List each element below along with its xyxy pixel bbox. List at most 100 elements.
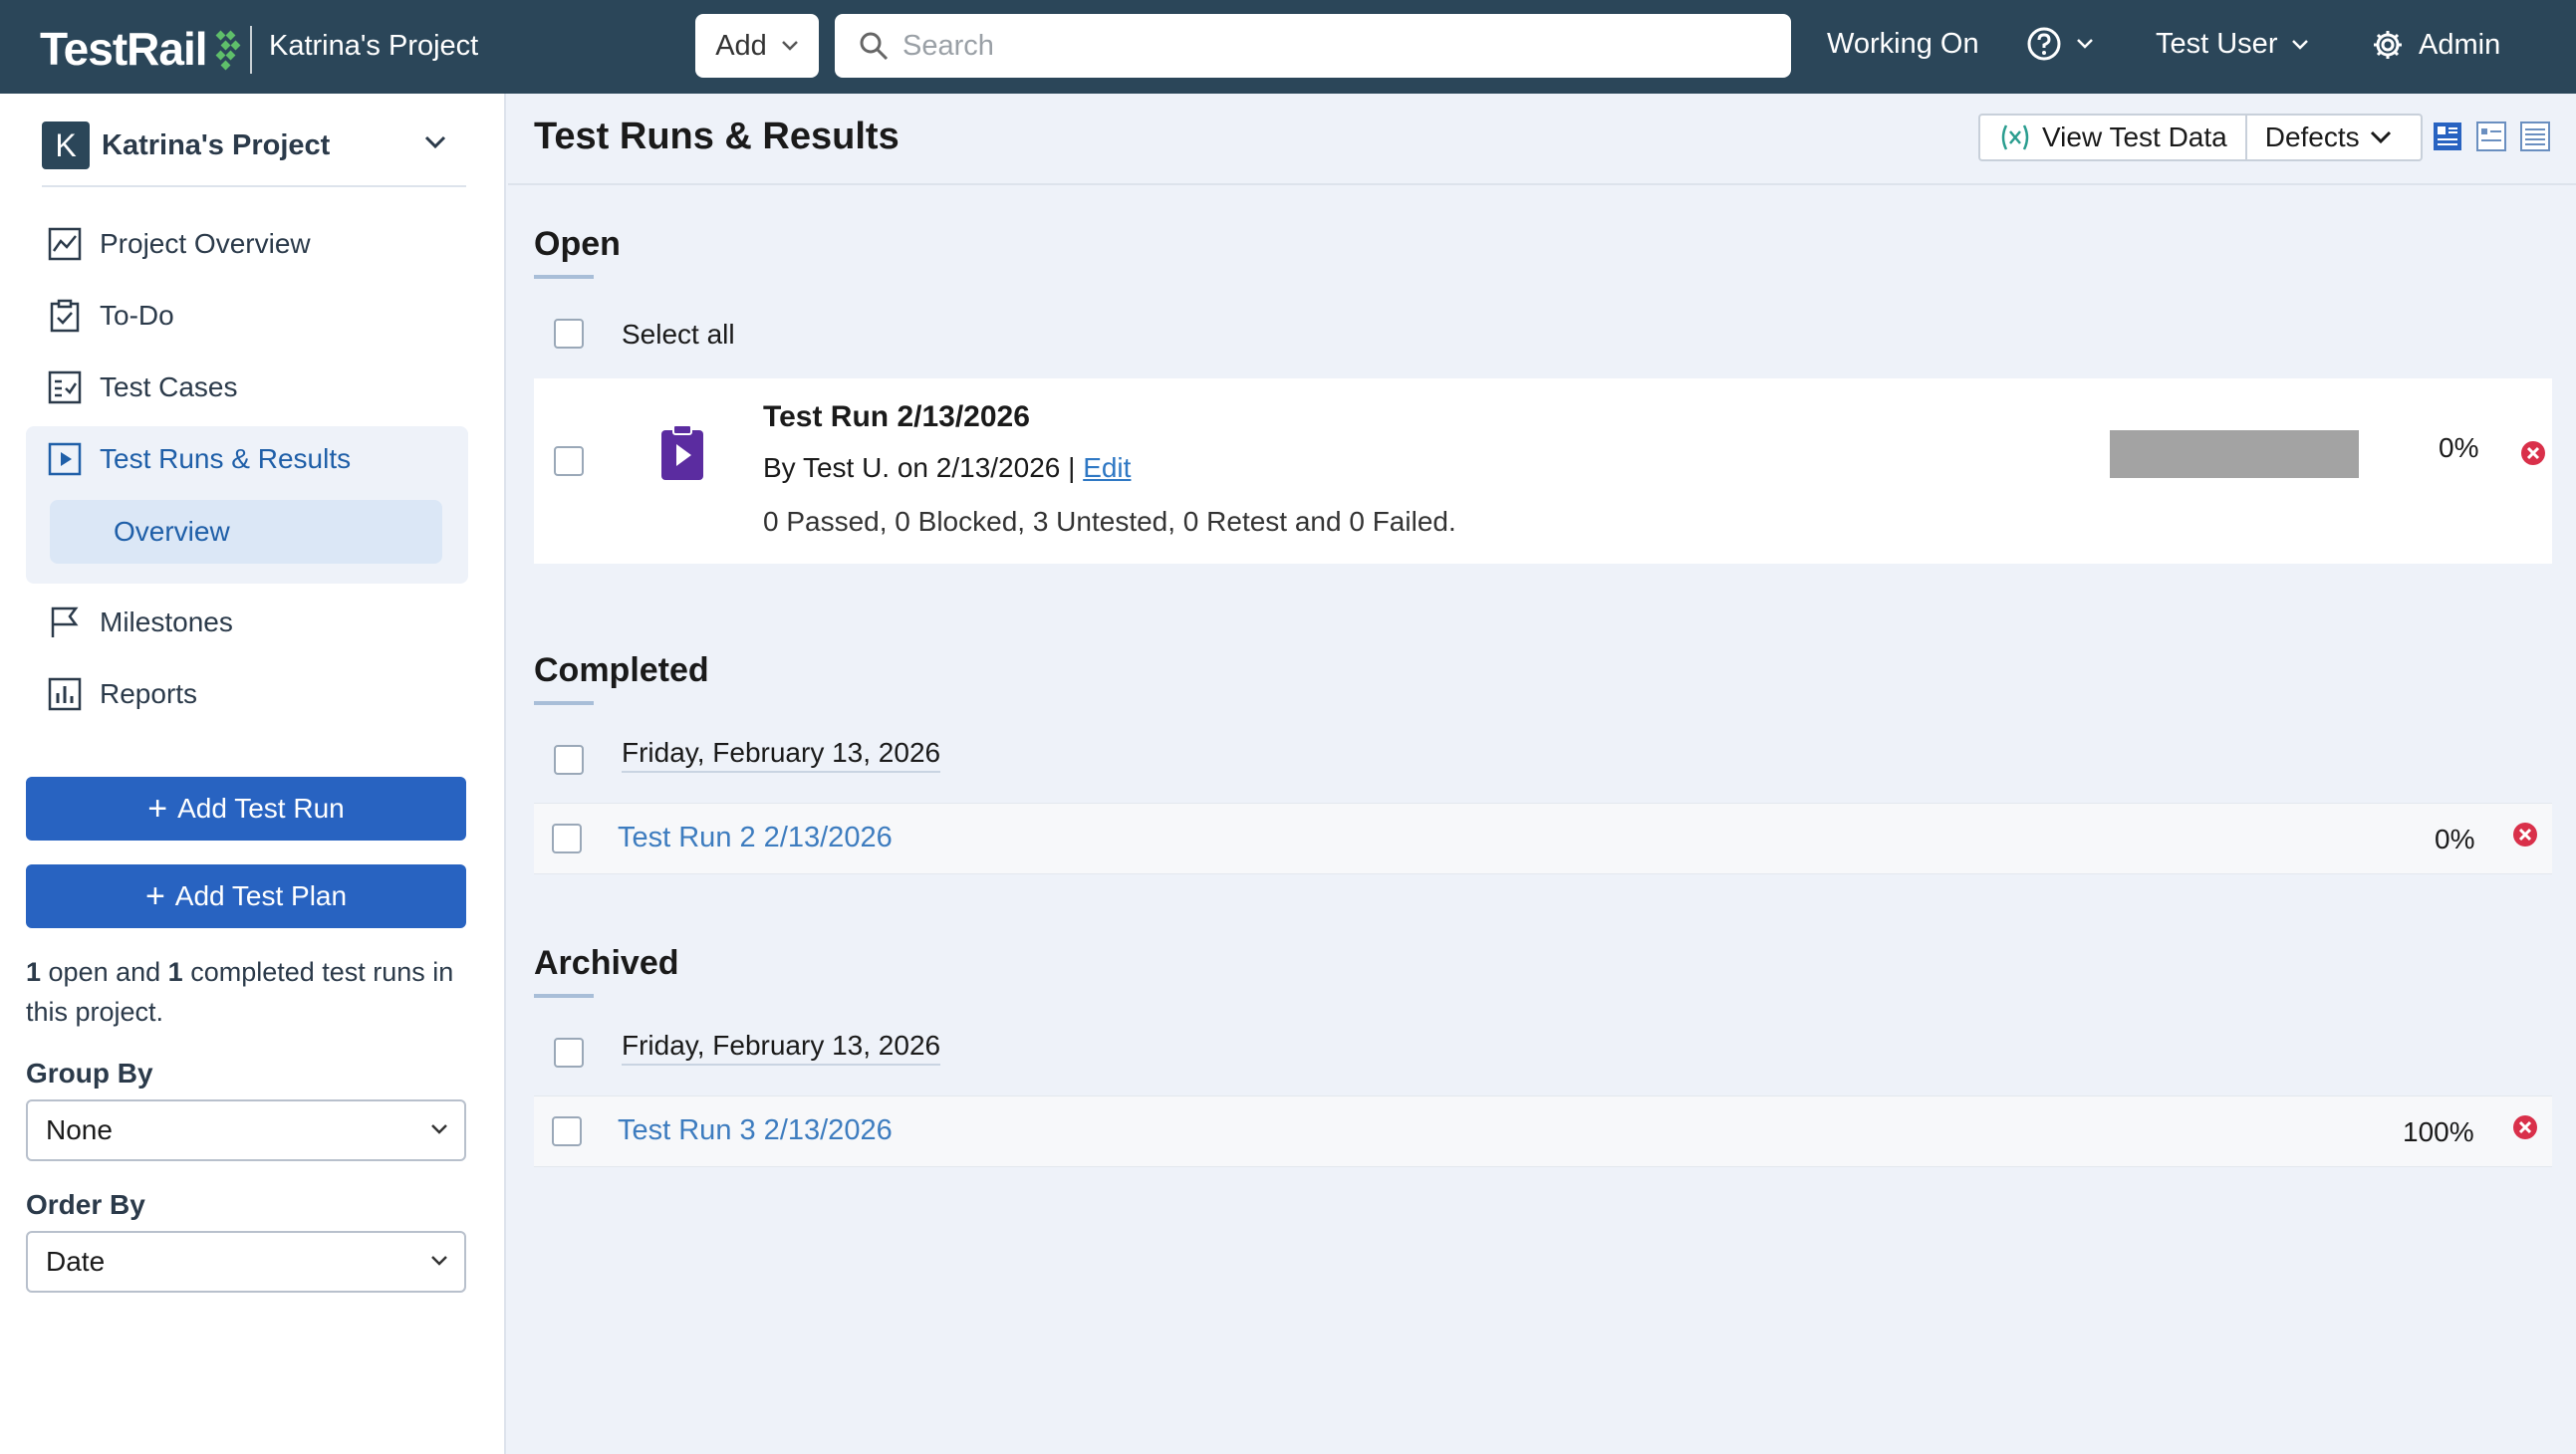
plus-icon: + bbox=[144, 877, 165, 915]
view-test-data-label: View Test Data bbox=[2042, 121, 2227, 152]
sidebar-item-test-runs[interactable]: Test Runs & Results bbox=[48, 442, 351, 476]
function-icon bbox=[2001, 124, 2029, 150]
testrail-logo[interactable]: TestRail bbox=[40, 22, 247, 76]
edit-run-link[interactable]: Edit bbox=[1083, 452, 1131, 483]
section-underline bbox=[534, 275, 594, 279]
add-label: Add bbox=[715, 29, 767, 62]
detailed-view-icon[interactable] bbox=[2433, 121, 2462, 151]
view-test-data-button[interactable]: View Test Data bbox=[1980, 116, 2245, 159]
logo-divider bbox=[250, 26, 252, 74]
order-by-label: Order By bbox=[26, 1189, 145, 1220]
logo-mark-icon bbox=[215, 30, 240, 71]
group-by-select[interactable]: None bbox=[26, 1099, 466, 1161]
completed-date-label: Friday, February 13, 2026 bbox=[622, 737, 941, 773]
chevron-down-icon bbox=[2292, 39, 2309, 50]
run-checkbox[interactable] bbox=[552, 1116, 582, 1146]
page-title: Test Runs & Results bbox=[534, 116, 900, 157]
project-selector-name: Katrina's Project bbox=[102, 128, 331, 161]
order-by-select[interactable]: Date bbox=[26, 1231, 466, 1293]
admin-link[interactable]: Admin bbox=[2371, 28, 2500, 62]
select-all-label: Select all bbox=[622, 319, 735, 350]
sidebar-item-label: Reports bbox=[100, 678, 198, 709]
sidebar: K Katrina's Project Project Overview To-… bbox=[0, 94, 506, 1454]
run-checkbox[interactable] bbox=[554, 446, 584, 476]
close-circle-icon[interactable] bbox=[2512, 822, 2538, 848]
archived-date-checkbox[interactable] bbox=[554, 1038, 584, 1068]
archived-run-percent: 100% bbox=[2403, 1116, 2474, 1147]
add-test-run-label: Add Test Run bbox=[177, 793, 345, 824]
group-by-label: Group By bbox=[26, 1058, 153, 1089]
sidebar-item-test-cases[interactable]: Test Cases bbox=[48, 370, 238, 404]
search-input[interactable] bbox=[902, 29, 1779, 63]
open-run-title[interactable]: Test Run 2/13/2026 bbox=[763, 400, 1030, 434]
clipboard-check-icon bbox=[50, 299, 80, 333]
view-mode-switcher bbox=[2433, 121, 2550, 151]
chevron-down-icon bbox=[2370, 130, 2391, 144]
bar-chart-icon bbox=[48, 677, 82, 711]
open-run-stats: 0 Passed, 0 Blocked, 3 Untested, 0 Retes… bbox=[763, 506, 1456, 537]
sidebar-subitem-overview[interactable]: Overview bbox=[50, 500, 442, 564]
chevron-down-icon bbox=[431, 1124, 447, 1134]
flag-icon bbox=[51, 606, 79, 637]
add-test-plan-button[interactable]: + Add Test Plan bbox=[26, 864, 466, 928]
logo-text: TestRail bbox=[40, 23, 208, 75]
completed-date-checkbox[interactable] bbox=[554, 745, 584, 775]
completed-run-link[interactable]: Test Run 2 2/13/2026 bbox=[618, 822, 893, 854]
archived-section-title: Archived bbox=[534, 944, 679, 982]
order-by-value: Date bbox=[46, 1246, 106, 1277]
sidebar-item-project-overview[interactable]: Project Overview bbox=[48, 227, 311, 261]
working-on-label: Working On bbox=[1827, 28, 1979, 60]
sidebar-item-milestones[interactable]: Milestones bbox=[48, 606, 233, 639]
close-circle-icon[interactable] bbox=[2512, 1114, 2538, 1140]
gear-icon bbox=[2374, 31, 2402, 59]
completed-run-percent: 0% bbox=[2435, 824, 2475, 854]
sidebar-item-label: Project Overview bbox=[100, 228, 311, 259]
open-run-card: Test Run 2/13/2026 By Test U. on 2/13/20… bbox=[534, 378, 2552, 564]
add-test-plan-label: Add Test Plan bbox=[174, 880, 348, 911]
completed-count: 1 bbox=[167, 957, 183, 987]
close-circle-icon[interactable] bbox=[2520, 440, 2546, 466]
list-view-icon[interactable] bbox=[2520, 121, 2550, 151]
sidebar-item-todo[interactable]: To-Do bbox=[48, 299, 174, 333]
project-avatar: K bbox=[42, 121, 90, 169]
test-run-clipboard-icon bbox=[661, 424, 703, 480]
chevron-down-icon bbox=[424, 135, 446, 149]
archived-run-link[interactable]: Test Run 3 2/13/2026 bbox=[618, 1114, 893, 1147]
sidebar-item-label: Test Runs & Results bbox=[100, 443, 352, 474]
user-menu[interactable]: Test User bbox=[2156, 28, 2309, 61]
working-on-menu[interactable]: Working On bbox=[1827, 28, 1979, 61]
run-checkbox[interactable] bbox=[552, 824, 582, 853]
open-text: open and bbox=[41, 957, 168, 987]
add-test-run-button[interactable]: + Add Test Run bbox=[26, 777, 466, 841]
checklist-icon bbox=[48, 370, 82, 404]
toolbar-button-group: View Test Data Defects bbox=[1978, 114, 2423, 161]
admin-label: Admin bbox=[2419, 28, 2501, 61]
project-selector[interactable]: K Katrina's Project bbox=[42, 118, 470, 173]
add-dropdown-button[interactable]: Add bbox=[695, 14, 819, 78]
open-run-author: By Test U. on 2/13/2026 | bbox=[763, 452, 1084, 483]
help-menu[interactable] bbox=[2026, 26, 2094, 62]
select-all-checkbox[interactable] bbox=[554, 319, 584, 349]
chevron-down-icon bbox=[781, 41, 798, 51]
chevron-down-icon bbox=[431, 1256, 447, 1266]
chart-icon bbox=[48, 227, 82, 261]
search-icon bbox=[860, 32, 889, 61]
open-section-title: Open bbox=[534, 225, 621, 263]
sidebar-item-label: To-Do bbox=[100, 300, 174, 331]
open-count: 1 bbox=[26, 957, 42, 987]
header-project-name[interactable]: Katrina's Project bbox=[269, 30, 478, 63]
help-circle-icon bbox=[2027, 27, 2061, 61]
search-box[interactable] bbox=[835, 14, 1791, 78]
open-run-meta: By Test U. on 2/13/2026 | Edit bbox=[763, 452, 1131, 484]
completed-section-title: Completed bbox=[534, 651, 709, 689]
sidebar-item-reports[interactable]: Reports bbox=[48, 677, 197, 711]
archived-date-label: Friday, February 13, 2026 bbox=[622, 1030, 941, 1066]
section-underline bbox=[534, 701, 594, 705]
runs-summary: 1 open and 1 completed test runs in this… bbox=[26, 952, 474, 1032]
chevron-down-icon bbox=[2077, 39, 2093, 49]
compact-view-icon[interactable] bbox=[2476, 121, 2506, 151]
plus-icon: + bbox=[147, 790, 168, 828]
group-by-value: None bbox=[46, 1114, 113, 1145]
run-progress-bar bbox=[2110, 430, 2359, 478]
defects-dropdown[interactable]: Defects bbox=[2244, 116, 2410, 159]
